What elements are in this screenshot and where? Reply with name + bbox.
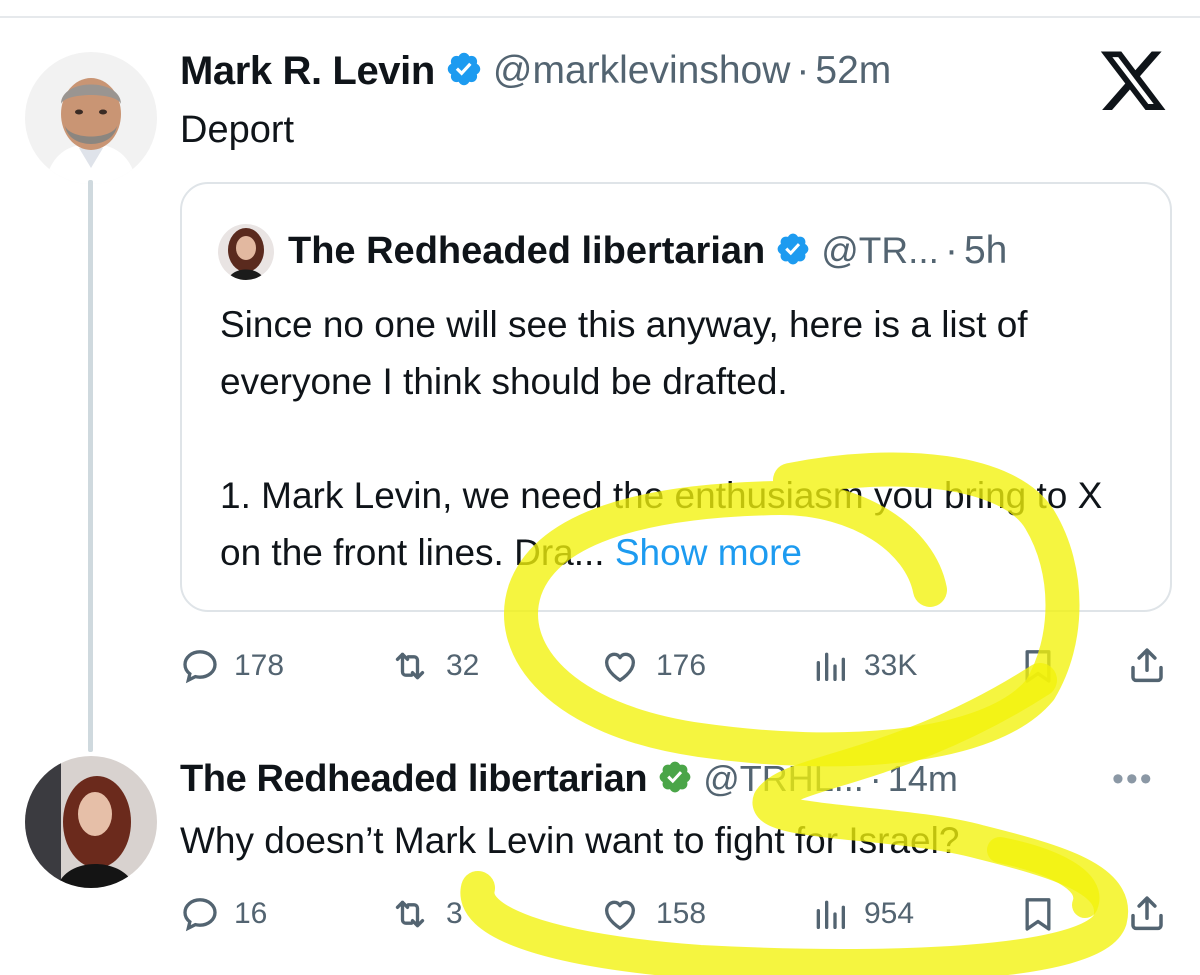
tweet1-author-name[interactable]: Mark R. Levin (180, 49, 435, 94)
reply-icon (183, 898, 217, 932)
thread-connector-line (88, 180, 93, 752)
share-button[interactable] (1126, 890, 1168, 936)
reply-icon (183, 650, 217, 684)
bookmark-icon (1025, 898, 1051, 931)
avatar-mark-levin[interactable] (25, 52, 157, 184)
views-icon (816, 652, 845, 681)
verified-badge-icon (657, 759, 693, 800)
reply-count: 178 (234, 649, 285, 682)
tweet2-timestamp[interactable]: 14m (888, 758, 958, 800)
bookmark-icon (1025, 650, 1051, 683)
tweet2-header: The Redheaded libertarian @TRHL... · 14m (180, 756, 958, 802)
quoted-tweet-card[interactable]: The Redheaded libertarian @TR... · 5h Si… (180, 182, 1172, 612)
repost-count: 3 (446, 897, 463, 930)
avatar-redheaded-libertarian[interactable] (25, 756, 157, 888)
verified-badge-icon (445, 50, 483, 93)
quote-paragraph-2: 1. Mark Levin, we need the enthusiasm yo… (220, 467, 1140, 581)
separator-dot: · (869, 758, 882, 799)
verified-badge-icon (775, 231, 811, 272)
tweet1-action-bar: 178 32 176 33K (180, 634, 1170, 694)
views-button[interactable]: 954 (810, 894, 914, 934)
views-button[interactable]: 33K (810, 646, 917, 686)
share-icon (1131, 896, 1163, 931)
like-button[interactable]: 158 (598, 894, 706, 934)
quote-handle[interactable]: @TR... (821, 230, 939, 272)
repost-icon (395, 900, 425, 928)
bookmark-button[interactable] (1018, 892, 1058, 936)
quote-paragraph-1: Since no one will see this anyway, here … (220, 304, 1028, 402)
tweet1-handle[interactable]: @marklevinshow (493, 49, 791, 93)
like-count: 176 (656, 649, 707, 682)
share-button[interactable] (1126, 642, 1168, 688)
repost-icon (395, 652, 425, 680)
top-divider (0, 16, 1200, 18)
like-button[interactable]: 176 (598, 646, 706, 686)
view-count: 954 (864, 897, 915, 930)
quote-body: Since no one will see this anyway, here … (220, 296, 1140, 581)
tweet1-text: Deport (180, 109, 295, 151)
heart-icon (605, 900, 635, 930)
reply-button[interactable]: 16 (180, 894, 267, 934)
x-logo-icon[interactable] (1097, 50, 1169, 121)
more-options-icon[interactable]: ••• (1112, 760, 1154, 799)
views-icon (816, 900, 845, 929)
separator-dot: · (944, 229, 958, 272)
bookmark-button[interactable] (1018, 644, 1058, 688)
repost-count: 32 (446, 649, 480, 682)
like-count: 158 (656, 897, 707, 930)
share-icon (1131, 648, 1163, 683)
separator-dot: · (796, 49, 810, 92)
tweet2-text: Why doesn’t Mark Levin want to fight for… (180, 820, 960, 861)
tweet1-header: Mark R. Levin @marklevinshow · 52m (180, 48, 891, 94)
tweet2-action-bar: 16 3 158 954 (180, 884, 1170, 944)
tweet2-handle[interactable]: @TRHL... (703, 758, 864, 800)
quote-author-name[interactable]: The Redheaded libertarian (288, 230, 765, 273)
reply-button[interactable]: 178 (180, 646, 284, 686)
quote-author-avatar[interactable] (218, 224, 274, 280)
tweet1-timestamp[interactable]: 52m (815, 49, 891, 93)
quote-header: The Redheaded libertarian @TR... · 5h (288, 228, 1007, 274)
repost-button[interactable]: 32 (388, 646, 479, 686)
reply-count: 16 (234, 897, 268, 930)
show-more-link[interactable]: Show more (615, 532, 802, 573)
tweet2-author-name[interactable]: The Redheaded libertarian (180, 758, 648, 801)
quote-timestamp[interactable]: 5h (964, 229, 1007, 273)
view-count: 33K (864, 649, 918, 682)
heart-icon (605, 652, 635, 682)
repost-button[interactable]: 3 (388, 894, 463, 934)
